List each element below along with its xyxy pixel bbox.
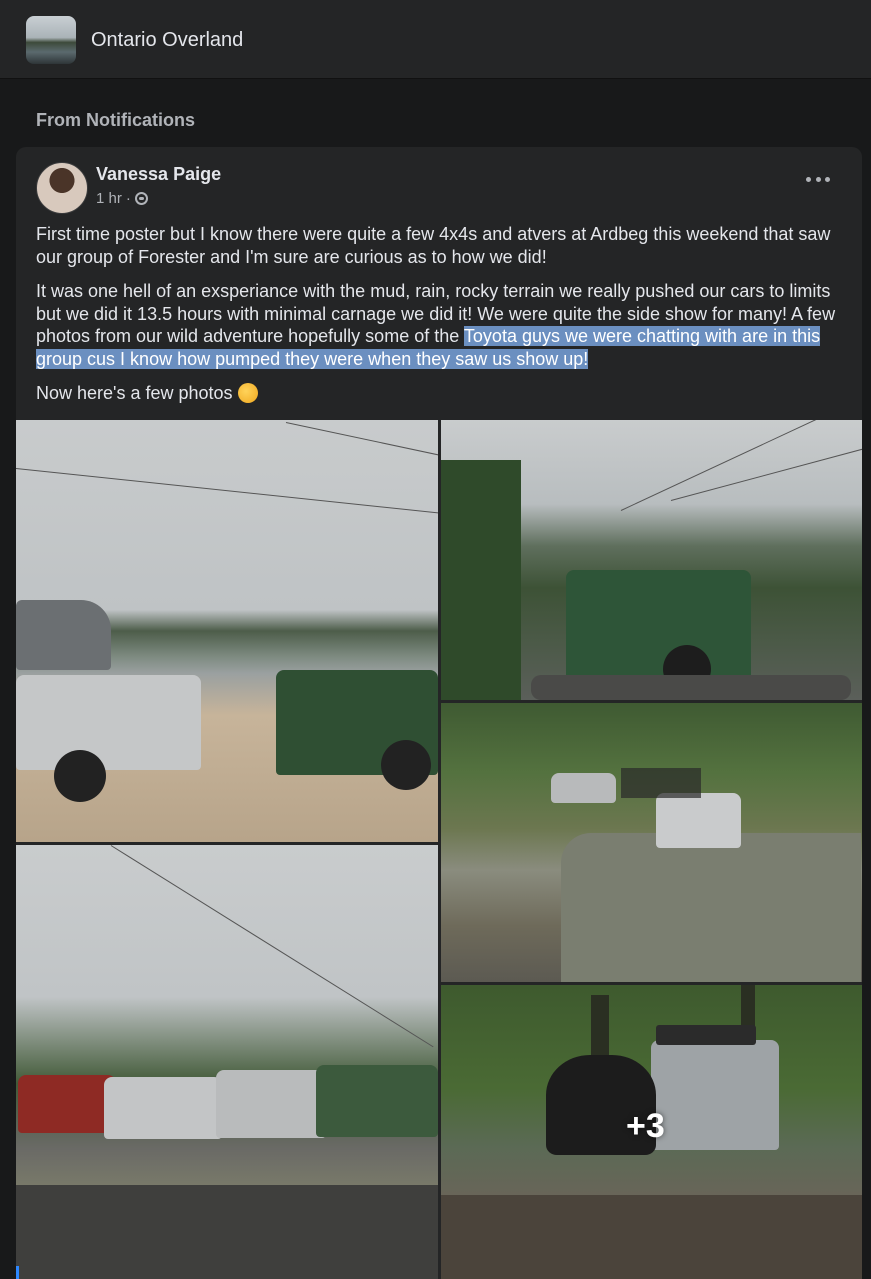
post-paragraph: It was one hell of an exsperiance with t… <box>36 281 836 369</box>
face-emoji-icon <box>237 383 258 403</box>
post-time[interactable]: 1 hr <box>96 190 122 207</box>
photo-lineup-foresters[interactable] <box>16 845 438 1279</box>
more-options-icon[interactable] <box>806 172 830 186</box>
photo-green-forester-rock[interactable] <box>441 420 862 700</box>
post-paragraph: Now here's a few photos <box>36 382 841 405</box>
globe-icon <box>134 192 148 205</box>
post-author[interactable]: Vanessa Paige <box>96 164 221 185</box>
photo-beach-foresters[interactable] <box>16 420 438 842</box>
meta-separator: · <box>125 190 131 207</box>
section-label: From Notifications <box>36 110 196 130</box>
post-paragraph: First time poster but I know there were … <box>36 224 831 267</box>
post-body: First time poster but I know there were … <box>36 223 841 417</box>
post-meta: 1 hr · <box>96 190 148 207</box>
group-name[interactable]: Ontario Overland <box>91 29 243 52</box>
photo-mud-puddle[interactable] <box>441 703 862 982</box>
post-card: Vanessa Paige 1 hr · First time poster b… <box>16 147 862 1279</box>
more-photos-count[interactable]: +3 <box>626 1107 665 1146</box>
group-thumbnail[interactable] <box>26 16 76 64</box>
group-header: Ontario Overland <box>0 0 871 79</box>
photo-pushing-forester[interactable]: +3 <box>441 985 862 1279</box>
scroll-indicator <box>16 1266 19 1279</box>
avatar[interactable] <box>36 162 88 214</box>
photo-grid: +3 <box>16 420 862 1279</box>
